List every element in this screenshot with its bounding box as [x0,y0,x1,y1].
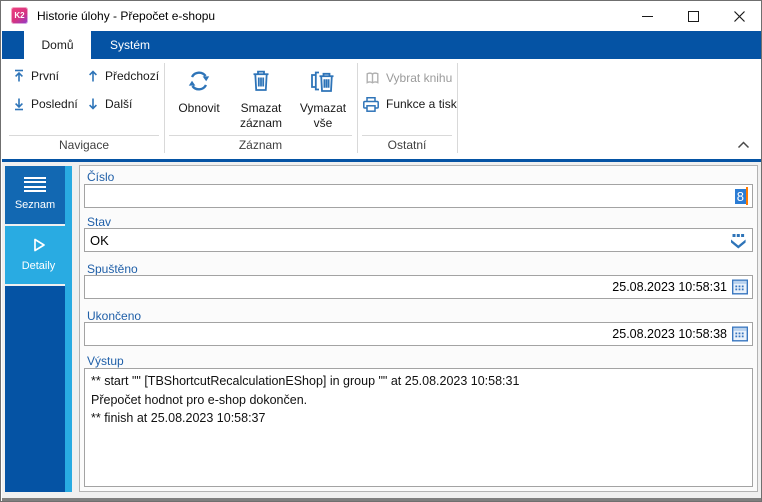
number-value-selected: 8 [734,188,746,204]
tab-home[interactable]: Domů [24,31,91,59]
close-button[interactable] [716,1,761,31]
minimize-button[interactable] [624,1,670,31]
sidebar-seznam-label: Seznam [14,199,56,211]
ribbon-collapse-button[interactable] [737,141,750,149]
arrow-up-bar-icon [15,69,23,82]
refresh-icon [188,71,210,91]
delete-record-label: Smazat záznam [239,101,283,130]
title-bar: K2 Historie úlohy - Přepočet e-shopu [2,1,761,31]
dropdown-icon[interactable] [729,233,747,249]
finished-field-label: Ukončeno [87,309,142,323]
arrow-down-icon [89,98,97,110]
last-button[interactable]: Poslední [12,93,78,115]
output-field-label: Výstup [87,354,124,368]
detail-form-panel: Číslo 8 Stav OK Spuštěno 25.08.2023 10:5… [79,165,758,492]
group-separator [357,63,358,153]
started-value: 25.08.2023 10:58:31 [612,280,727,294]
finished-input[interactable]: 25.08.2023 10:58:38 [84,322,753,346]
sidebar-background [5,286,65,492]
sidebar-detaily-label: Detaily [21,260,56,272]
content-area: Seznam Detaily Číslo 8 Stav OK Spuštěno … [2,162,761,498]
number-input[interactable]: 8 [84,184,753,208]
calendar-icon[interactable] [732,326,748,342]
group-label-navigace: Navigace [9,135,159,155]
maximize-button[interactable] [670,1,716,31]
maximize-icon [687,10,699,22]
output-textarea[interactable]: ** start "" [TBShortcutRecalculationESho… [84,368,753,487]
calendar-icon[interactable] [732,279,748,295]
app-logo-icon: K2 [11,7,28,24]
arrow-down-bar-icon [15,98,23,111]
functions-print-label: Funkce a tisk [386,97,457,111]
status-input[interactable]: OK [84,228,753,252]
finished-value: 25.08.2023 10:58:38 [612,327,727,341]
sidebar-active-strip [65,166,72,492]
started-field-label: Spuštěno [87,262,138,276]
tab-system[interactable]: Systém [91,31,169,59]
trash-icon [253,70,269,91]
next-label: Další [105,97,133,111]
arrow-up-icon [89,70,97,82]
sidebar-item-seznam[interactable]: Seznam [5,166,65,224]
output-line: Přepočet hodnot pro e-shop dokončen. [91,392,308,407]
book-icon [366,72,379,84]
select-book-button[interactable]: Vybrat knihu [364,67,452,89]
minimize-icon [641,15,653,17]
refresh-button[interactable]: Obnovit [168,61,230,137]
output-line: ** start "" [TBShortcutRecalculationESho… [91,374,520,388]
last-label: Poslední [31,97,78,111]
chevron-up-icon [737,141,750,149]
app-window: K2 Historie úlohy - Přepočet e-shopu Dom… [0,0,762,502]
group-label-zaznam: Záznam [169,135,352,155]
text-caret [746,187,748,205]
trash-multi-icon [311,71,334,92]
first-label: První [31,69,60,83]
window-title: Historie úlohy - Přepočet e-shopu [37,9,216,23]
window-controls [624,1,761,31]
close-icon [733,10,745,22]
first-button[interactable]: První [12,65,59,87]
ribbon-tab-band: Domů Systém [2,31,761,59]
group-separator [164,63,165,153]
delete-record-button[interactable]: Smazat záznam [231,61,291,137]
previous-label: Předchozí [105,69,160,83]
started-input[interactable]: 25.08.2023 10:58:31 [84,275,753,299]
group-separator [457,63,458,153]
ribbon: První Předchozí Poslední Další Navigace [2,59,761,159]
select-book-label: Vybrat knihu [386,71,453,85]
list-icon [24,177,46,192]
play-icon [30,237,48,253]
sidebar-item-detaily[interactable]: Detaily [5,226,72,284]
next-button[interactable]: Další [86,93,132,115]
status-field-label: Stav [87,215,112,229]
printer-icon [363,97,379,112]
previous-button[interactable]: Předchozí [86,65,159,87]
clear-all-button[interactable]: Vymazat vše [293,61,353,137]
refresh-label: Obnovit [178,101,220,115]
output-line: ** finish at 25.08.2023 10:58:37 [91,411,266,425]
group-label-ostatni: Ostatní [362,135,452,155]
number-field-label: Číslo [87,170,115,184]
status-value: OK [90,232,109,248]
clear-all-label: Vymazat vše [299,101,347,130]
functions-print-button[interactable]: Funkce a tisk [361,93,457,115]
window-resize-edge[interactable] [2,498,761,501]
